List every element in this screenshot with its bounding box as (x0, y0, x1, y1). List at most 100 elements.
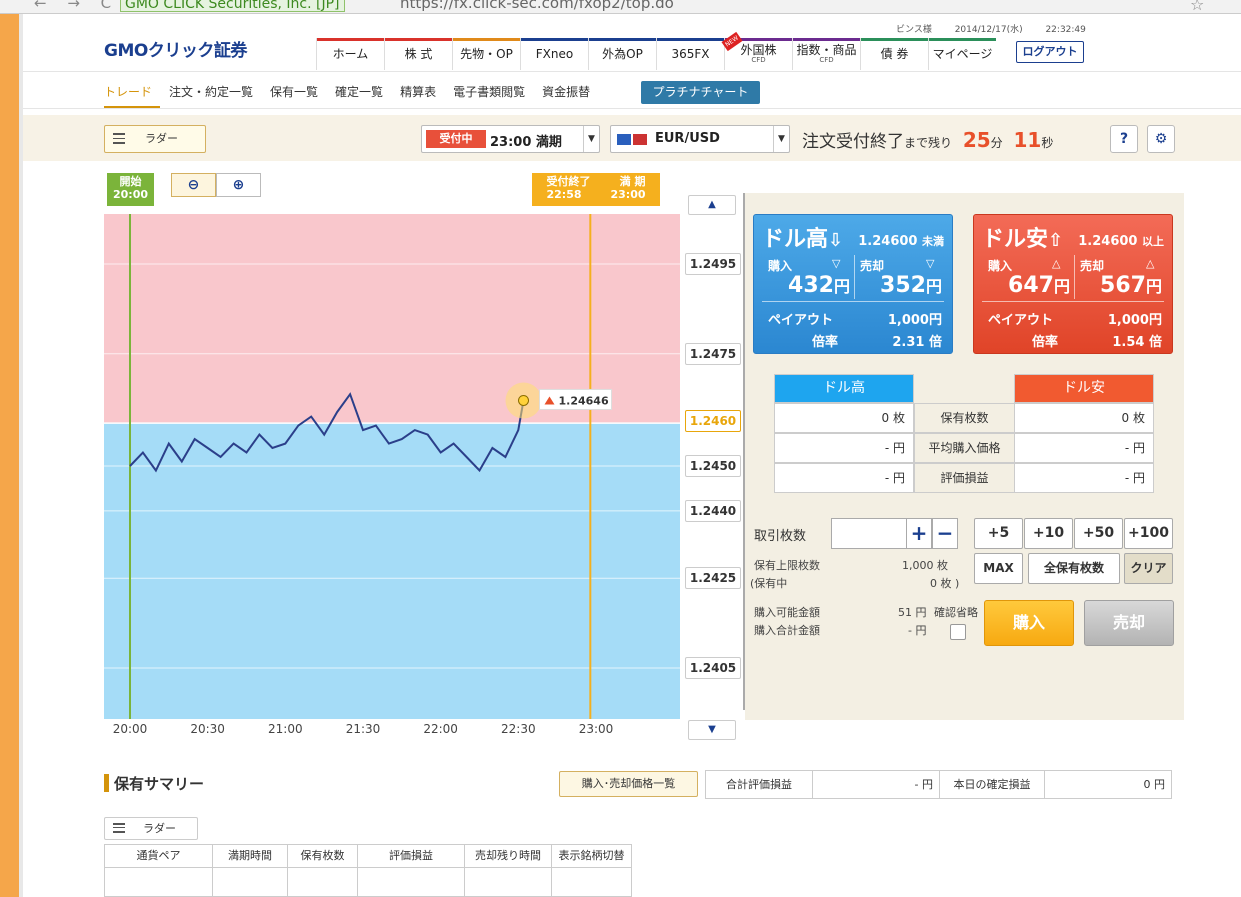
low-sell-price[interactable]: 567円 (1076, 273, 1162, 298)
high-sell-price[interactable]: 352円 (856, 273, 942, 298)
add-10-button[interactable]: +10 (1024, 518, 1073, 549)
nav-tab-label: 指数・商品 (796, 43, 857, 57)
x-tick-label: 21:00 (268, 722, 303, 736)
low-rate: 1.54 倍 (1112, 331, 1162, 350)
low-strike-value: 1.24600 (1078, 234, 1138, 249)
plus-button[interactable]: + (906, 518, 932, 549)
end-flag-labels: 受付終了 満 期 (532, 175, 660, 188)
nav-tab-0[interactable]: ホーム (316, 38, 384, 70)
today-pl-value: 0 円 (1044, 770, 1172, 799)
all-holdings-button[interactable]: 全保有枚数 (1028, 553, 1120, 584)
divider (23, 108, 1241, 109)
zoom-out-icon[interactable]: ⊖ (171, 173, 216, 197)
nav-tab-9[interactable]: マイページ (928, 38, 996, 70)
minus-button[interactable]: − (932, 518, 958, 549)
subnav-item-2[interactable]: 保有一覧 (270, 82, 326, 108)
nav-tab-3[interactable]: FXneo (520, 38, 588, 70)
price-list-button[interactable]: 購入･売却価格一覧 (559, 771, 698, 797)
nav-tab-label: マイページ (932, 47, 993, 61)
currency-pair-select[interactable]: EUR/USD ▼ (610, 125, 790, 153)
eu-us-flag-icon (617, 134, 647, 145)
bookmark-star-icon[interactable]: ☆ (1190, 0, 1204, 13)
holding-label: (保有中 (750, 577, 788, 590)
confirm-skip-checkbox[interactable] (950, 624, 966, 640)
ladder-icon (113, 133, 125, 144)
ladder-toggle-button[interactable]: ラダー (104, 125, 206, 153)
nav-tab-6[interactable]: NEW 外国株 CFD (721, 31, 792, 70)
summary-column-header: 売却残り時間 (464, 844, 552, 868)
holding-row-label: 評価損益 (914, 463, 1015, 493)
sell-button[interactable]: 売却 (1084, 600, 1174, 646)
buy-button[interactable]: 購入 (984, 600, 1074, 646)
add-5-button[interactable]: +5 (974, 518, 1023, 549)
nav-tab-label: 債 券 (880, 47, 909, 61)
nav-tab-accent (453, 38, 520, 41)
max-button[interactable]: MAX (974, 553, 1023, 584)
nav-tab-4[interactable]: 外為OP (588, 38, 656, 70)
platinum-chart-button[interactable]: プラチナチャート (641, 81, 760, 104)
zoom-in-icon[interactable]: ⊕ (216, 173, 261, 197)
nav-tab-2[interactable]: 先物・OP (452, 38, 520, 70)
low-payout-value: 1,000 (1107, 313, 1149, 328)
ladder-toggle-button-2[interactable]: ラダー (104, 817, 198, 840)
scroll-up-button[interactable]: ▲ (688, 195, 736, 215)
subnav-item-3[interactable]: 確定一覧 (335, 82, 391, 108)
ladder-label: ラダー (145, 132, 178, 145)
nav-tab-1[interactable]: 株 式 (384, 38, 452, 70)
high-rate-label: 倍率 (812, 335, 839, 350)
zoom-controls: ⊖ ⊕ (171, 173, 261, 197)
browser-nav-buttons[interactable]: ← → C (34, 0, 119, 12)
add-100-button[interactable]: +100 (1124, 518, 1173, 549)
scroll-down-button[interactable]: ▼ (688, 720, 736, 740)
low-card[interactable]: ドル安⇧ 1.24600 以上 購入 △ 売却 △ 647円 567円 ペイアウ… (973, 214, 1173, 354)
seconds-left: 11 (1013, 128, 1042, 152)
subnav-item-5[interactable]: 電子書類閲覧 (453, 82, 533, 108)
holding-low-cell: - 円 (1014, 463, 1154, 493)
deadline-label: 注文受付終了 (802, 132, 904, 152)
add-50-button[interactable]: +50 (1074, 518, 1123, 549)
yen-unit: 円 (925, 277, 942, 296)
nav-tab-5[interactable]: 365FX (656, 38, 724, 70)
low-buy-label: 購入 (988, 259, 1013, 273)
high-card[interactable]: ドル高⇩ 1.24600 未満 購入 ▽ 売却 ▽ 432円 352円 ペイアウ… (753, 214, 953, 354)
subnav-item-4[interactable]: 精算表 (400, 82, 444, 108)
subnav-item-1[interactable]: 注文・約定一覧 (169, 82, 261, 108)
logout-button[interactable]: ログアウト (1016, 41, 1084, 63)
available-value: 51 円 (898, 606, 927, 619)
nav-tab-label: 先物・OP (460, 47, 513, 61)
help-button[interactable]: ? (1110, 125, 1138, 153)
nav-tab-label: 外為OP (602, 47, 643, 61)
nav-tab-8[interactable]: 債 券 (860, 38, 928, 70)
nav-tab-7[interactable]: 指数・商品 CFD (792, 38, 860, 70)
price-chart[interactable]: 1.24646 (104, 214, 680, 719)
rate-unit: 倍 (928, 335, 942, 350)
qty-input[interactable] (831, 518, 907, 549)
low-rate-label: 倍率 (1032, 335, 1059, 350)
nav-tab-accent (589, 38, 656, 41)
x-tick-label: 22:30 (501, 722, 536, 736)
nav-tab-sub: CFD (819, 56, 834, 64)
divider (762, 301, 944, 302)
clear-button[interactable]: クリア (1124, 553, 1173, 584)
subnav-item-0[interactable]: トレード (104, 82, 161, 108)
logo[interactable]: GMOクリック証券 (104, 36, 247, 61)
chevron-down-icon: ▼ (773, 126, 789, 152)
expiry-select[interactable]: 受付中 23:00 満期 ▼ (421, 125, 600, 153)
nav-tab-accent (317, 38, 384, 41)
end-label: 受付終了 (546, 175, 591, 188)
limit-label: 保有上限枚数 (754, 559, 820, 572)
gear-icon[interactable]: ⚙ (1147, 125, 1175, 153)
subnav-item-6[interactable]: 資金振替 (542, 82, 598, 108)
divider (1074, 255, 1075, 299)
address-bar[interactable]: https://fx.click-sec.com/fxop2/top.do (400, 0, 674, 11)
start-label: 開始 (119, 175, 142, 188)
holding-high-cell: - 円 (774, 463, 914, 493)
high-buy-price[interactable]: 432円 (764, 273, 850, 298)
holding-high-cell: - 円 (774, 433, 914, 463)
x-tick-label: 21:30 (345, 722, 381, 736)
x-tick-label: 20:00 (112, 722, 148, 736)
expiry-time: 23:00 (610, 188, 646, 201)
x-tick-label: 22:00 (423, 722, 458, 736)
high-payout: 1,000円 (888, 309, 942, 328)
low-buy-price[interactable]: 647円 (984, 273, 1070, 298)
